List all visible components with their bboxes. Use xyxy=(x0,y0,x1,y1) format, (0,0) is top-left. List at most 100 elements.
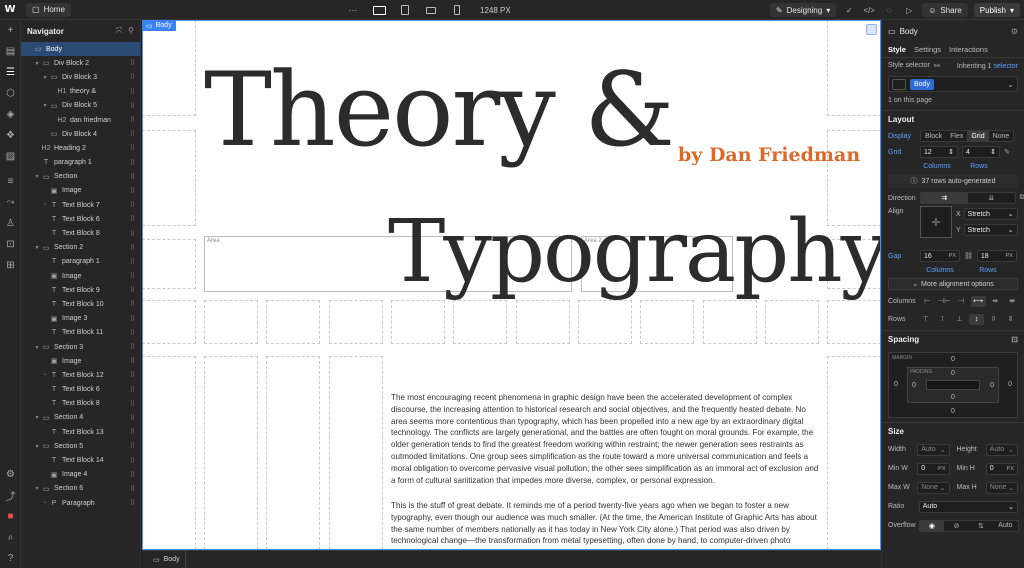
align-grid-widget[interactable]: ✛ xyxy=(920,206,952,238)
navigator-icon[interactable]: ☰ xyxy=(0,62,21,83)
direction-row-icon[interactable]: ⇉ xyxy=(920,193,968,203)
navigator-item[interactable]: ▾ ▭ Section ⠿ xyxy=(21,170,140,184)
spacing-toggle-icon[interactable]: ⊡ xyxy=(1011,335,1018,344)
drag-handle-icon[interactable]: ⠿ xyxy=(130,329,135,337)
row-gap-unit[interactable]: PX xyxy=(1006,253,1013,259)
expand-chevron-icon[interactable]: ▾ xyxy=(33,485,41,492)
navigator-item[interactable]: T Text Block 9 ⠿ xyxy=(21,283,140,297)
navigator-item[interactable]: H2 Heading 2 ⠿ xyxy=(21,141,140,155)
navigator-item[interactable]: ▣ Image ⠿ xyxy=(21,269,140,283)
drag-handle-icon[interactable]: ⠿ xyxy=(130,215,135,223)
margin-right-value[interactable]: 0 xyxy=(1008,381,1012,388)
align-bottom-icon[interactable]: ⊥ xyxy=(952,314,967,325)
navigator-item[interactable]: ▾ ▭ Section 6 ⠿ xyxy=(21,482,140,496)
navigator-item[interactable]: › T Text Block 12 ⠿ xyxy=(21,368,140,382)
justify-center-icon[interactable]: ⊣⊢ xyxy=(937,296,952,307)
style-selectors-icon[interactable]: ❖ xyxy=(0,125,21,146)
padding-bottom-value[interactable]: 0 xyxy=(951,394,955,401)
justify-around-icon[interactable]: ⇹ xyxy=(988,296,1003,307)
users-icon[interactable]: ♙ xyxy=(0,213,21,234)
display-block-option[interactable]: Block xyxy=(921,131,946,141)
navigator-item[interactable]: T Text Block 10 ⠿ xyxy=(21,297,140,311)
align-middle-icon[interactable]: ⊺ xyxy=(935,314,950,325)
tab-style[interactable]: Style xyxy=(888,45,906,54)
inheriting-link[interactable]: selector xyxy=(993,63,1018,70)
overflow-auto-option[interactable]: Auto xyxy=(993,521,1018,531)
drag-handle-icon[interactable]: ⠿ xyxy=(130,442,135,450)
min-width-unit[interactable]: PX xyxy=(938,466,945,472)
align-x-select[interactable]: Stretch ⌄ xyxy=(963,208,1018,220)
drag-handle-icon[interactable]: ⠿ xyxy=(130,130,135,138)
align-top-icon[interactable]: ⊤ xyxy=(918,314,933,325)
stepper-icon[interactable]: ⇕ xyxy=(990,148,996,156)
drag-handle-icon[interactable]: ⠿ xyxy=(130,201,135,209)
overflow-hidden-icon[interactable]: ⊘ xyxy=(944,521,969,531)
overflow-scroll-icon[interactable]: ⇅ xyxy=(969,521,994,531)
drag-handle-icon[interactable]: ⠿ xyxy=(130,357,135,365)
link-icon[interactable]: ⛓ xyxy=(964,252,973,260)
navigator-item[interactable]: ▣ Image 4 ⠿ xyxy=(21,468,140,482)
drag-handle-icon[interactable]: ⠿ xyxy=(130,300,135,308)
settings-gear-icon[interactable]: ⚙ xyxy=(1011,27,1018,36)
mobile-portrait-breakpoint-icon[interactable] xyxy=(444,0,470,20)
margin-top-value[interactable]: 0 xyxy=(951,356,955,363)
navigator-item[interactable]: ▣ Image ⠿ xyxy=(21,354,140,368)
expand-chevron-icon[interactable]: › xyxy=(41,202,49,208)
drag-handle-icon[interactable]: ⠿ xyxy=(130,286,135,294)
search-icon[interactable]: ⌕ xyxy=(0,527,21,548)
drag-handle-icon[interactable]: ⠿ xyxy=(130,386,135,394)
drag-handle-icon[interactable]: ⠿ xyxy=(130,258,135,266)
navigator-item[interactable]: T Text Block 6 ⠿ xyxy=(21,212,140,226)
collapse-all-icon[interactable]: ⤧ xyxy=(116,26,122,36)
desktop-breakpoint-icon[interactable] xyxy=(366,0,392,20)
variables-icon[interactable]: ◈ xyxy=(0,104,21,125)
size-section-header[interactable]: Size xyxy=(882,422,1024,440)
drag-handle-icon[interactable]: ⠿ xyxy=(130,187,135,195)
webflow-logo-icon[interactable]: W xyxy=(0,0,20,20)
drag-handle-icon[interactable]: ⠿ xyxy=(130,88,135,96)
logic-icon[interactable]: ⤳ xyxy=(0,192,21,213)
drag-handle-icon[interactable]: ⠿ xyxy=(130,485,135,493)
padding-box[interactable]: PADDING 0 0 0 0 xyxy=(907,367,999,403)
comment-icon[interactable]: ◌ xyxy=(882,3,896,17)
selected-element-tag[interactable]: ▭ Body xyxy=(142,20,176,31)
navigator-item[interactable]: T Text Block 13 ⠿ xyxy=(21,425,140,439)
dense-icon[interactable]: ⧉ xyxy=(1020,194,1024,202)
navigator-item[interactable]: Tparagraph 1 ⠿ xyxy=(21,255,140,269)
paragraph-1[interactable]: The most encouraging recent phenomena in… xyxy=(391,392,821,486)
more-alignment-button[interactable]: ⌄ More alignment options xyxy=(888,278,1018,290)
display-grid-option[interactable]: Grid xyxy=(967,131,989,141)
min-width-input[interactable]: 0 PX xyxy=(917,462,950,475)
tab-settings[interactable]: Settings xyxy=(914,45,941,54)
navigator-item[interactable]: H2 dan friedman ⠿ xyxy=(21,113,140,127)
drag-handle-icon[interactable]: ⠿ xyxy=(130,428,135,436)
stepper-icon[interactable]: ⇕ xyxy=(948,148,954,156)
justify-between-icon[interactable]: ⇼ xyxy=(1005,296,1020,307)
selector-chip-body[interactable]: Body xyxy=(910,78,934,90)
assets-icon[interactable]: ▨ xyxy=(0,146,21,167)
selector-config-icon[interactable]: ⚯ xyxy=(934,62,940,70)
grid-columns-input[interactable]: 12 ⇕ xyxy=(920,146,958,158)
grid-rows-input[interactable]: 4 ⇕ xyxy=(962,146,1000,158)
expand-chevron-icon[interactable]: ▾ xyxy=(33,414,41,421)
drag-handle-icon[interactable]: ⠿ xyxy=(130,144,135,152)
layout-section-header[interactable]: Layout xyxy=(882,110,1024,128)
height-input[interactable]: Auto ⌄ xyxy=(985,443,1018,456)
spacing-box-model[interactable]: MARGIN 0 0 0 0 PADDING 0 0 0 0 xyxy=(888,352,1018,418)
pages-icon[interactable]: ▤ xyxy=(0,41,21,62)
drag-handle-icon[interactable]: ⠿ xyxy=(130,400,135,408)
navigator-item[interactable]: ▾ ▭ Div Block 3 ⠿ xyxy=(21,70,140,84)
drag-handle-icon[interactable]: ⠿ xyxy=(130,371,135,379)
display-none-option[interactable]: None xyxy=(989,131,1014,141)
paragraph-2[interactable]: This is the stuff of great debate. It re… xyxy=(391,500,821,547)
mode-dropdown[interactable]: ✎ Designing ▾ xyxy=(769,3,837,17)
home-button[interactable]: ▢ Home xyxy=(26,2,71,17)
justify-start-icon[interactable]: ⊢ xyxy=(920,296,935,307)
help-icon[interactable]: ? xyxy=(0,548,21,568)
min-height-input[interactable]: 0 PX xyxy=(985,462,1018,475)
justify-end-icon[interactable]: ⊣ xyxy=(954,296,969,307)
ratio-select[interactable]: Auto ⌄ xyxy=(918,500,1018,513)
navigator-item[interactable]: ▣ Image 3 ⠿ xyxy=(21,312,140,326)
drag-handle-icon[interactable]: ⠿ xyxy=(130,116,135,124)
drag-handle-icon[interactable]: ⠿ xyxy=(130,59,135,67)
